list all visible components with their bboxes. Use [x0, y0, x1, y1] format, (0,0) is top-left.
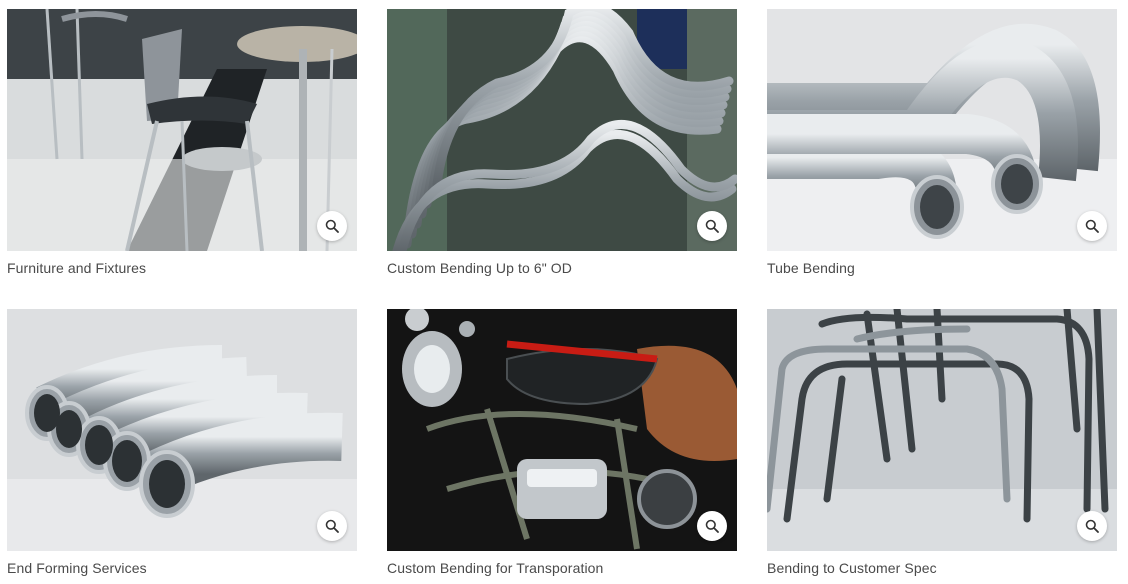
zoom-button[interactable] [697, 211, 727, 241]
bent-steel-pipes-photo[interactable] [767, 9, 1117, 251]
zoom-button[interactable] [317, 511, 347, 541]
stacked-bent-tubes-photo[interactable] [387, 9, 737, 251]
gallery-caption[interactable]: Tube Bending [767, 260, 855, 276]
magnifier-icon [325, 519, 339, 533]
gallery-item-customer-spec[interactable]: Bending to Customer Spec [767, 309, 1117, 579]
gallery-item-end-forming[interactable]: End Forming Services [7, 309, 357, 579]
gallery-item-transportation[interactable]: Custom Bending for Transporation [387, 309, 737, 579]
formed-duct-pipes-photo[interactable] [7, 309, 357, 551]
zoom-button[interactable] [1077, 211, 1107, 241]
gallery-item-tube-bending[interactable]: Tube Bending [767, 9, 1117, 279]
magnifier-icon [705, 519, 719, 533]
cafe-bar-stools-photo[interactable] [7, 9, 357, 251]
magnifier-icon [325, 219, 339, 233]
gallery-caption[interactable]: Custom Bending Up to 6" OD [387, 260, 572, 276]
motorcycle-frame-photo[interactable] [387, 309, 737, 551]
gallery-caption[interactable]: Bending to Customer Spec [767, 560, 937, 576]
zoom-button[interactable] [697, 511, 727, 541]
gallery-caption[interactable]: Custom Bending for Transporation [387, 560, 603, 576]
magnifier-icon [1085, 219, 1099, 233]
gallery-item-furniture[interactable]: Furniture and Fixtures [7, 9, 357, 279]
zoom-button[interactable] [317, 211, 347, 241]
magnifier-icon [1085, 519, 1099, 533]
magnifier-icon [705, 219, 719, 233]
bent-rod-frames-photo[interactable] [767, 309, 1117, 551]
product-gallery: Furniture and Fixtures Custom Bending Up… [0, 0, 1128, 584]
zoom-button[interactable] [1077, 511, 1107, 541]
gallery-item-custom-bending[interactable]: Custom Bending Up to 6" OD [387, 9, 737, 279]
gallery-caption[interactable]: End Forming Services [7, 560, 147, 576]
gallery-caption[interactable]: Furniture and Fixtures [7, 260, 146, 276]
